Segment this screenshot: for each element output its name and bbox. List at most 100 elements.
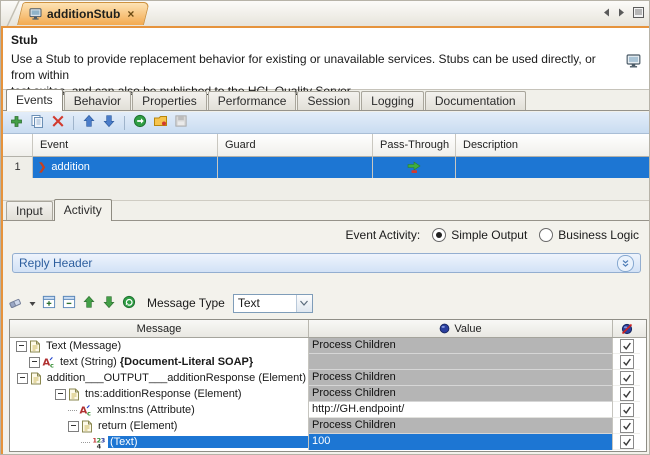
event-row[interactable]: 1 ❯ addition [3, 157, 650, 178]
tree-expander-icon[interactable] [68, 421, 79, 432]
delete-button[interactable] [50, 113, 66, 132]
sub-tabs: InputActivity [3, 200, 649, 221]
next-tab-icon[interactable] [617, 7, 626, 18]
radio-simple-output[interactable]: Simple Output [432, 228, 527, 242]
message-cell[interactable]: Actext (String) {Document-Literal SOAP} [10, 354, 309, 370]
move-down-green-button[interactable] [101, 294, 117, 313]
toolbar-separator [73, 116, 74, 130]
element-doc-icon [81, 420, 93, 433]
tree-expander-icon[interactable] [17, 373, 28, 384]
radio-label: Business Logic [558, 228, 639, 242]
dropdown-caret-button[interactable] [28, 295, 37, 311]
message-cell[interactable]: Text (Message) [10, 338, 309, 354]
event-column-header[interactable]: Event [33, 134, 218, 157]
message-column-header[interactable]: Message [10, 320, 309, 337]
node-label: Text (Message) [44, 340, 123, 352]
editor-tab-title: additionStub [47, 7, 120, 21]
move-up-green-button[interactable] [81, 294, 97, 313]
pass-through-column-header[interactable]: Pass-Through [373, 134, 456, 157]
save-disabled-icon [174, 114, 188, 128]
value-column-header[interactable]: Value [309, 320, 613, 337]
tab-session[interactable]: Session [297, 91, 360, 110]
value-cell[interactable]: Process Children [309, 370, 613, 386]
tab-logging[interactable]: Logging [361, 91, 424, 110]
event-name-cell[interactable]: ❯ addition [33, 157, 218, 178]
tree-row-4: Acxmlns:tns (Attribute)http://GH.endpoin… [10, 402, 646, 418]
close-tab-icon[interactable]: × [127, 7, 134, 21]
pass-through-cell[interactable] [373, 157, 456, 178]
validation-checkbox[interactable] [620, 435, 634, 449]
tab-events[interactable]: Events [6, 89, 63, 111]
message-cell[interactable]: Acxmlns:tns (Attribute) [10, 402, 309, 418]
reply-header-section[interactable]: Reply Header [12, 253, 641, 273]
tree-expander-icon[interactable] [55, 389, 66, 400]
guard-column-header[interactable]: Guard [218, 134, 373, 157]
validation-checkbox[interactable] [620, 355, 634, 369]
value-cell[interactable]: http://GH.endpoint/ [309, 402, 613, 418]
message-toolbar: Message Type Text [7, 291, 313, 315]
value-cell[interactable]: Process Children [309, 418, 613, 434]
message-cell[interactable]: tns:additionResponse (Element) [10, 386, 309, 402]
value-cell[interactable]: 100 [309, 434, 613, 450]
sync-button[interactable] [121, 294, 137, 313]
expand-all-button[interactable] [41, 294, 57, 313]
guard-cell[interactable] [218, 157, 373, 178]
description-cell[interactable] [456, 157, 650, 178]
tree-table-header: Message Value [10, 320, 646, 338]
prev-tab-icon[interactable] [602, 7, 611, 18]
subtab-input[interactable]: Input [6, 201, 53, 220]
radio-business-logic[interactable]: Business Logic [539, 228, 639, 242]
row-number-cell: 1 [3, 157, 33, 178]
tab-list-icon[interactable] [632, 6, 645, 19]
eraser-button[interactable] [7, 294, 24, 313]
editor-tab-additionstub[interactable]: additionStub × [17, 2, 144, 25]
move-down-green-icon [102, 295, 116, 309]
add-button[interactable] [8, 113, 25, 133]
tree-expander-icon[interactable] [29, 357, 40, 368]
move-up-blue-button[interactable] [81, 113, 97, 132]
value-cell[interactable]: Process Children [309, 338, 613, 354]
value-cell[interactable]: Process Children [309, 386, 613, 402]
collapse-all-button[interactable] [61, 294, 77, 313]
svg-text:c: c [87, 410, 91, 417]
description-column-header[interactable]: Description [456, 134, 650, 157]
collapse-chevron-icon[interactable] [617, 255, 634, 272]
tree-row-1: Actext (String) {Document-Literal SOAP} [10, 354, 646, 370]
tab-performance[interactable]: Performance [208, 91, 297, 110]
validation-checkbox[interactable] [620, 339, 634, 353]
message-cell[interactable]: addition___OUTPUT___additionResponse (El… [10, 370, 309, 386]
tab-navigation [602, 6, 645, 19]
tree-row-0: Text (Message) Process Children [10, 338, 646, 354]
subtab-activity[interactable]: Activity [54, 199, 112, 221]
move-up-green-icon [82, 295, 96, 309]
validation-checkbox[interactable] [620, 371, 634, 385]
tree-row-6: 1234(Text)100 [10, 434, 646, 450]
move-down-blue-icon [102, 114, 116, 128]
pass-through-toggle-button[interactable] [132, 113, 148, 132]
sync-icon [122, 295, 136, 309]
radio-label: Simple Output [451, 228, 527, 242]
event-activity-label: Event Activity: [346, 228, 421, 242]
validation-checkbox[interactable] [620, 403, 634, 417]
open-folder-button[interactable] [152, 113, 169, 132]
tree-expander-icon[interactable] [16, 341, 27, 352]
validation-checkbox[interactable] [620, 419, 634, 433]
check-cell [613, 370, 640, 386]
move-down-blue-button[interactable] [101, 113, 117, 132]
validation-checkbox[interactable] [620, 387, 634, 401]
events-table-header: Event Guard Pass-Through Description [3, 134, 650, 157]
message-type-select[interactable]: Text [233, 294, 313, 313]
value-cell[interactable] [309, 354, 613, 370]
tab-documentation[interactable]: Documentation [425, 91, 526, 110]
tab-behavior[interactable]: Behavior [64, 91, 131, 110]
check-cell [613, 418, 640, 434]
validation-column-header[interactable] [613, 320, 640, 337]
copy-button[interactable] [29, 113, 46, 133]
add-icon [9, 114, 24, 129]
message-cell[interactable]: return (Element) [10, 418, 309, 434]
tab-properties[interactable]: Properties [132, 91, 207, 110]
save-disabled-button[interactable] [173, 113, 189, 132]
message-cell[interactable]: 1234(Text) [10, 434, 309, 450]
collapse-all-icon [62, 295, 76, 309]
tree-connector [81, 438, 90, 447]
